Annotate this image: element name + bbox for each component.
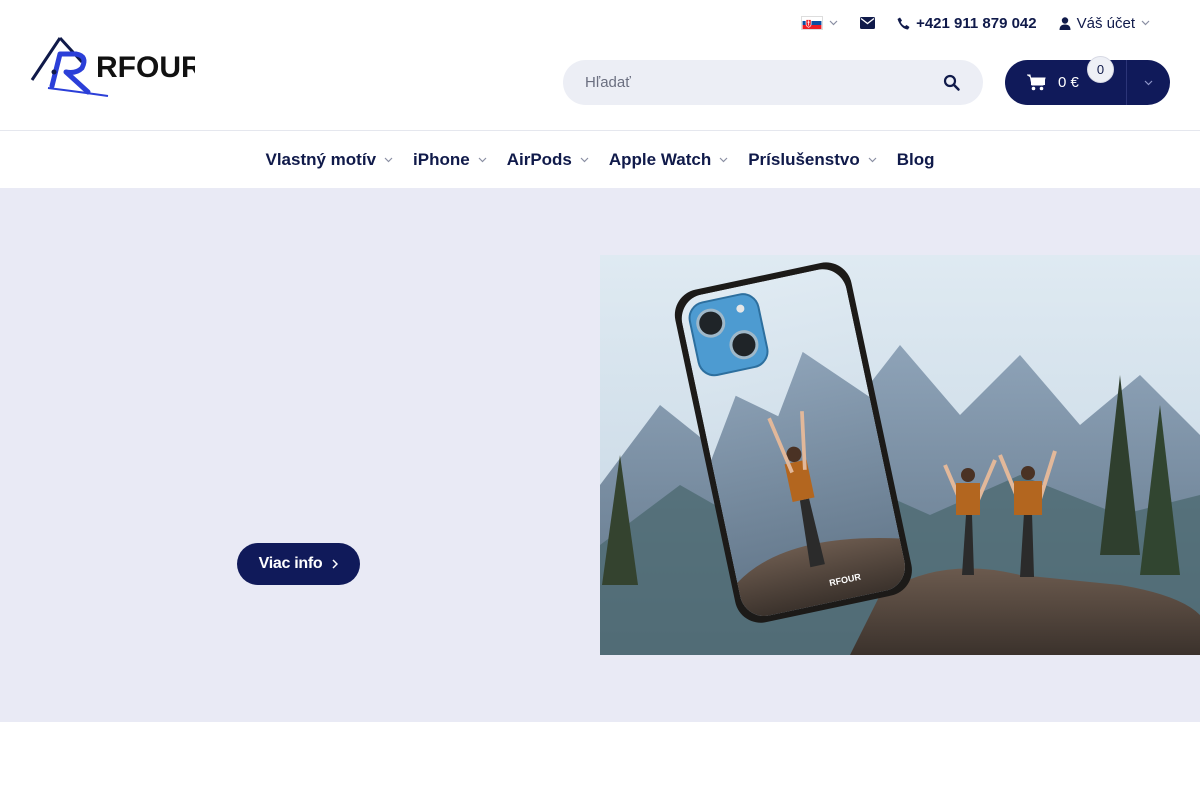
email-link[interactable] <box>860 17 876 29</box>
nav-item-label: iPhone <box>413 149 470 169</box>
cart-dropdown-toggle[interactable] <box>1127 60 1170 105</box>
nav-item-vlastny-motiv[interactable]: Vlastný motív <box>265 150 393 170</box>
chevron-down-icon <box>719 157 728 162</box>
nav-item-label: Apple Watch <box>608 149 712 169</box>
nav-item-iphone[interactable]: iPhone <box>413 150 487 170</box>
site-header: RFOUR +421 911 879 042 Váš účet Hľadať 0… <box>0 0 1200 130</box>
phone-link[interactable]: +421 911 879 042 <box>897 15 1037 32</box>
more-info-button[interactable]: Viac info <box>237 543 360 585</box>
more-info-label: Viac info <box>258 555 323 572</box>
hero-phone-case-image: RFOUR <box>600 255 1200 655</box>
shopping-cart-icon <box>1027 74 1046 91</box>
main-nav: Vlastný motív iPhone AirPods Apple Watch… <box>0 130 1200 188</box>
account-label: Váš účet <box>1076 14 1135 32</box>
nav-item-label: AirPods <box>506 149 572 169</box>
phone-icon <box>897 17 910 29</box>
nav-item-label: Vlastný motív <box>265 149 377 169</box>
cart-amount: 0 € <box>1058 74 1079 91</box>
chevron-down-icon <box>829 20 838 26</box>
hero-banner: Viac info RFOUR <box>0 188 1200 722</box>
search-icon[interactable] <box>943 74 961 92</box>
slovakia-flag-icon <box>801 16 824 30</box>
nav-item-airpods[interactable]: AirPods <box>507 150 589 170</box>
top-links: +421 911 879 042 Váš účet <box>801 12 1150 34</box>
chevron-down-icon <box>1141 20 1150 26</box>
logo-text: RFOUR <box>96 51 195 84</box>
rfour-logo[interactable]: RFOUR <box>30 32 195 98</box>
chevron-down-icon <box>478 157 487 162</box>
phone-number: +421 911 879 042 <box>916 14 1037 32</box>
chevron-right-icon <box>332 559 339 569</box>
nav-item-label: Blog <box>896 149 935 169</box>
nav-item-blog[interactable]: Blog <box>897 150 935 170</box>
user-icon <box>1059 16 1071 30</box>
chevron-down-icon <box>1144 80 1153 85</box>
chevron-down-icon <box>580 157 589 162</box>
chevron-down-icon <box>868 157 877 162</box>
envelope-icon <box>860 17 876 29</box>
chevron-down-icon <box>384 157 393 162</box>
search-bar <box>563 60 983 105</box>
cart-count-badge: 0 <box>1087 56 1114 83</box>
nav-item-apple-watch[interactable]: Apple Watch <box>609 150 728 170</box>
language-switcher[interactable] <box>801 16 838 30</box>
nav-item-prislusenstvo[interactable]: Príslušenstvo <box>748 150 877 170</box>
nav-item-label: Príslušenstvo <box>748 149 860 169</box>
search-input[interactable] <box>585 74 943 91</box>
account-menu[interactable]: Váš účet <box>1059 15 1150 32</box>
